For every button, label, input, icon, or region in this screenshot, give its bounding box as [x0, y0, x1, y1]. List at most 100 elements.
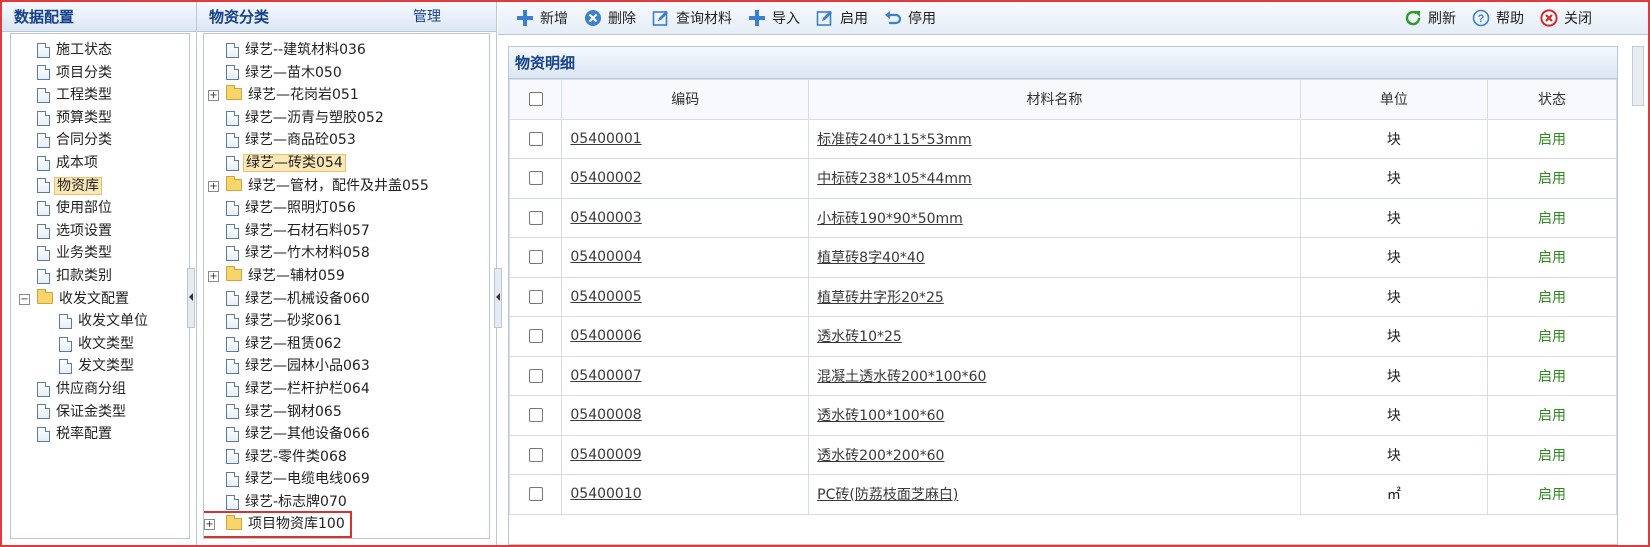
code-link[interactable]: 05400005: [570, 289, 641, 305]
material-category-item[interactable]: + 绿艺—辅材059: [204, 265, 489, 288]
material-category-item[interactable]: 绿艺—租赁062: [204, 333, 489, 356]
material-name-link[interactable]: 标准砖240*115*53mm: [817, 132, 972, 148]
select-all-checkbox[interactable]: [528, 92, 543, 107]
code-link[interactable]: 05400002: [570, 170, 641, 186]
material-name-link[interactable]: PC砖(防荔枝面芝麻白): [817, 487, 958, 503]
data-config-item[interactable]: 税率配置: [11, 423, 189, 446]
code-link[interactable]: 05400001: [570, 131, 641, 147]
row-checkbox[interactable]: [528, 171, 543, 186]
data-config-item[interactable]: 施工状态: [11, 39, 189, 62]
toolbar-button[interactable]: 查询材料: [652, 8, 732, 28]
table-row[interactable]: 05400007 混凝土透水砖200*100*60 块启用: [508, 355, 1617, 396]
material-name-link[interactable]: 混凝土透水砖200*100*60: [817, 369, 986, 385]
table-row[interactable]: 05400005 植草砖井字形20*25 块启用: [508, 276, 1617, 317]
code-link[interactable]: 05400004: [570, 249, 641, 265]
material-category-item[interactable]: 绿艺—沥青与塑胶052: [204, 107, 489, 130]
material-name-link[interactable]: 透水砖200*200*60: [817, 448, 944, 464]
toolbar-button[interactable]: 刷新: [1404, 8, 1456, 28]
row-checkbox[interactable]: [528, 329, 543, 344]
table-row[interactable]: 05400004 植草砖8字40*40 块启用: [508, 237, 1617, 278]
row-checkbox[interactable]: [528, 368, 543, 383]
data-config-item[interactable]: 保证金类型: [11, 401, 189, 424]
material-category-item[interactable]: 绿艺—钢材065: [204, 401, 489, 424]
data-config-item[interactable]: 工程类型: [11, 84, 189, 107]
column-header-name[interactable]: 材料名称: [808, 79, 1301, 120]
material-category-item[interactable]: 绿艺—竹木材料058: [204, 242, 489, 265]
material-category-item[interactable]: 绿艺—栏杆护栏064: [204, 378, 489, 401]
row-checkbox[interactable]: [528, 447, 543, 462]
table-row[interactable]: 05400001 标准砖240*115*53mm 块启用: [508, 118, 1617, 159]
toolbar-button[interactable]: 新增: [516, 8, 568, 28]
code-link[interactable]: 05400009: [570, 447, 641, 463]
row-checkbox[interactable]: [528, 250, 543, 265]
material-category-item[interactable]: 绿艺—机械设备060: [204, 288, 489, 311]
data-config-item[interactable]: 收发文单位: [11, 310, 189, 333]
material-category-item[interactable]: 绿艺—照明灯056: [204, 197, 489, 220]
code-link[interactable]: 05400003: [570, 210, 641, 226]
material-category-item[interactable]: + 绿艺—花岗岩051: [204, 84, 489, 107]
table-row[interactable]: 05400003 小标砖190*90*50mm 块启用: [508, 197, 1617, 238]
left-collapse-handle[interactable]: [187, 268, 195, 328]
code-link[interactable]: 05400008: [570, 407, 641, 423]
column-header-unit[interactable]: 单位: [1299, 79, 1489, 120]
material-category-item[interactable]: 绿艺—苗木050: [204, 62, 489, 85]
code-link[interactable]: 05400006: [570, 328, 641, 344]
toolbar-button[interactable]: 删除: [584, 8, 636, 28]
data-config-item[interactable]: 业务类型: [11, 242, 189, 265]
expand-toggle-icon[interactable]: +: [204, 519, 215, 531]
code-link[interactable]: 05400007: [570, 368, 641, 384]
material-category-item[interactable]: 绿艺—砂浆061: [204, 310, 489, 333]
toolbar-button[interactable]: 停用: [884, 8, 936, 28]
data-config-item[interactable]: 收文类型: [11, 333, 189, 356]
material-category-item[interactable]: 绿艺—商品砼053: [204, 129, 489, 152]
table-row[interactable]: 05400006 透水砖10*25 块启用: [508, 316, 1617, 357]
data-config-item[interactable]: 合同分类: [11, 129, 189, 152]
material-category-item[interactable]: 绿艺—园林小品063: [204, 355, 489, 378]
data-config-item[interactable]: 成本项: [11, 152, 189, 175]
column-header-code[interactable]: 编码: [561, 79, 810, 120]
material-category-item[interactable]: 绿艺—石材石料057: [204, 220, 489, 243]
data-config-item[interactable]: 发文类型: [11, 355, 189, 378]
vertical-scrollbar[interactable]: [1632, 46, 1644, 106]
expand-toggle-icon[interactable]: +: [208, 180, 219, 192]
material-name-link[interactable]: 中标砖238*105*44mm: [817, 171, 972, 187]
table-row[interactable]: 05400009 透水砖200*200*60 块启用: [508, 434, 1617, 475]
expand-toggle-icon[interactable]: +: [208, 270, 219, 282]
material-name-link[interactable]: 透水砖10*25: [817, 329, 902, 345]
table-row[interactable]: 05400008 透水砖100*100*60 块启用: [508, 395, 1617, 436]
material-name-link[interactable]: 植草砖井字形20*25: [817, 290, 944, 306]
collapse-toggle-icon[interactable]: −: [19, 293, 30, 305]
row-checkbox[interactable]: [528, 289, 543, 304]
toolbar-button[interactable]: 导入: [748, 8, 800, 28]
data-config-item[interactable]: 选项设置: [11, 220, 189, 243]
material-name-link[interactable]: 小标砖190*90*50mm: [817, 211, 963, 227]
data-config-item[interactable]: 使用部位: [11, 197, 189, 220]
toolbar-button[interactable]: 关闭: [1540, 8, 1592, 28]
material-category-item[interactable]: + 项目物资库100: [204, 511, 352, 538]
material-category-item[interactable]: 绿艺--建筑材料036: [204, 39, 489, 62]
toolbar-button[interactable]: ? 帮助: [1472, 8, 1524, 28]
table-row[interactable]: 05400010 PC砖(防荔枝面芝麻白) ㎡启用: [508, 474, 1617, 515]
data-config-item[interactable]: 项目分类: [11, 62, 189, 85]
material-name-link[interactable]: 透水砖100*100*60: [817, 408, 944, 424]
material-category-item[interactable]: 绿艺—其他设备066: [204, 423, 489, 446]
material-category-item[interactable]: + 绿艺—管材，配件及井盖055: [204, 175, 489, 198]
material-category-item[interactable]: 绿艺—砖类054: [204, 152, 489, 175]
column-header-status[interactable]: 状态: [1487, 79, 1617, 120]
expand-toggle-icon[interactable]: +: [208, 90, 219, 102]
toolbar-button[interactable]: 启用: [816, 8, 868, 28]
row-checkbox[interactable]: [528, 487, 543, 502]
material-category-item[interactable]: 绿艺-标志牌070: [204, 491, 489, 514]
row-checkbox[interactable]: [528, 210, 543, 225]
row-checkbox[interactable]: [528, 131, 543, 146]
row-checkbox[interactable]: [528, 408, 543, 423]
material-category-item[interactable]: 绿艺—电缆电线069: [204, 468, 489, 491]
code-link[interactable]: 05400010: [570, 486, 641, 502]
data-config-item[interactable]: − 收发文配置: [11, 288, 189, 311]
data-config-item[interactable]: 扣款类别: [11, 265, 189, 288]
material-name-link[interactable]: 植草砖8字40*40: [817, 250, 925, 266]
material-category-item[interactable]: 绿艺-零件类068: [204, 446, 489, 469]
manage-link[interactable]: 管理: [413, 2, 441, 31]
data-config-item[interactable]: 预算类型: [11, 107, 189, 130]
table-row[interactable]: 05400002 中标砖238*105*44mm 块启用: [508, 158, 1617, 199]
